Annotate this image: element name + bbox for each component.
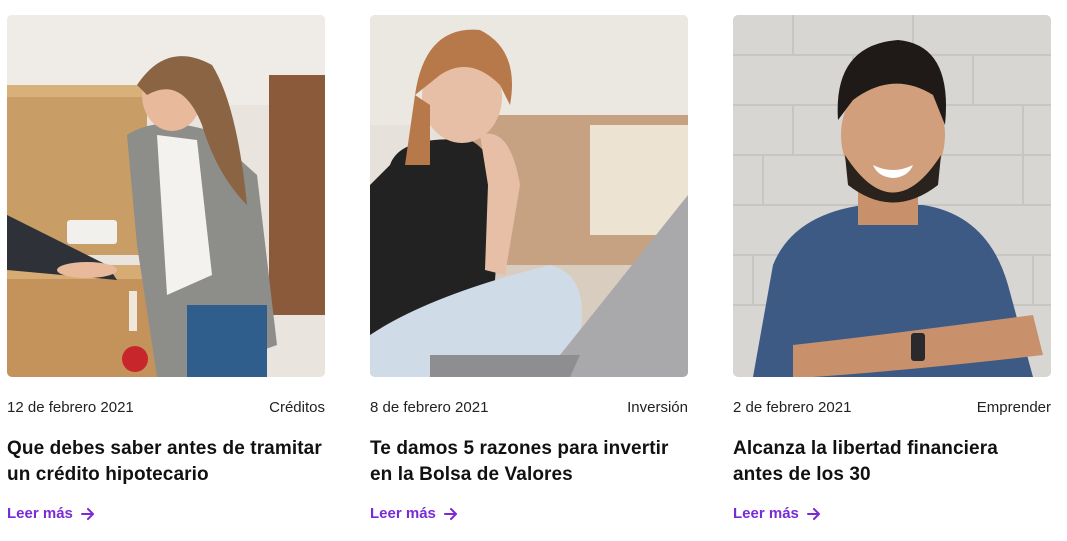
read-more-label: Leer más [370,505,436,522]
post-date: 8 de febrero 2021 [370,398,489,416]
post-image[interactable] [370,15,688,377]
arrow-right-icon [80,507,95,520]
smiling-man-photo [733,15,1051,377]
read-more-label: Leer más [733,505,799,522]
post-meta: 2 de febrero 2021 Emprender [733,398,1051,416]
post-category[interactable]: Créditos [269,399,325,416]
post-image[interactable] [733,15,1051,377]
read-more-label: Leer más [7,505,73,522]
post-image[interactable] [7,15,325,377]
post-meta: 12 de febrero 2021 Créditos [7,398,325,416]
read-more-link[interactable]: Leer más [370,505,458,522]
woman-laptop-boxes-photo [7,15,325,377]
woman-laptop-sofa-photo [370,15,688,377]
arrow-right-icon [806,507,821,520]
blog-grid: 12 de febrero 2021 Créditos Que debes sa… [0,0,1067,541]
post-date: 12 de febrero 2021 [7,398,134,416]
blog-card: 8 de febrero 2021 Inversión Te damos 5 r… [370,15,688,523]
post-date: 2 de febrero 2021 [733,398,852,416]
blog-card: 2 de febrero 2021 Emprender Alcanza la l… [733,15,1051,523]
post-title[interactable]: Te damos 5 razones para invertir en la B… [370,436,688,488]
read-more-link[interactable]: Leer más [7,505,95,522]
post-meta: 8 de febrero 2021 Inversión [370,398,688,416]
blog-card: 12 de febrero 2021 Créditos Que debes sa… [7,15,325,523]
post-title[interactable]: Que debes saber antes de tramitar un cré… [7,436,325,488]
post-category[interactable]: Emprender [977,399,1051,416]
read-more-link[interactable]: Leer más [733,505,821,522]
post-title[interactable]: Alcanza la libertad financiera antes de … [733,436,1051,488]
post-category[interactable]: Inversión [627,399,688,416]
arrow-right-icon [443,507,458,520]
